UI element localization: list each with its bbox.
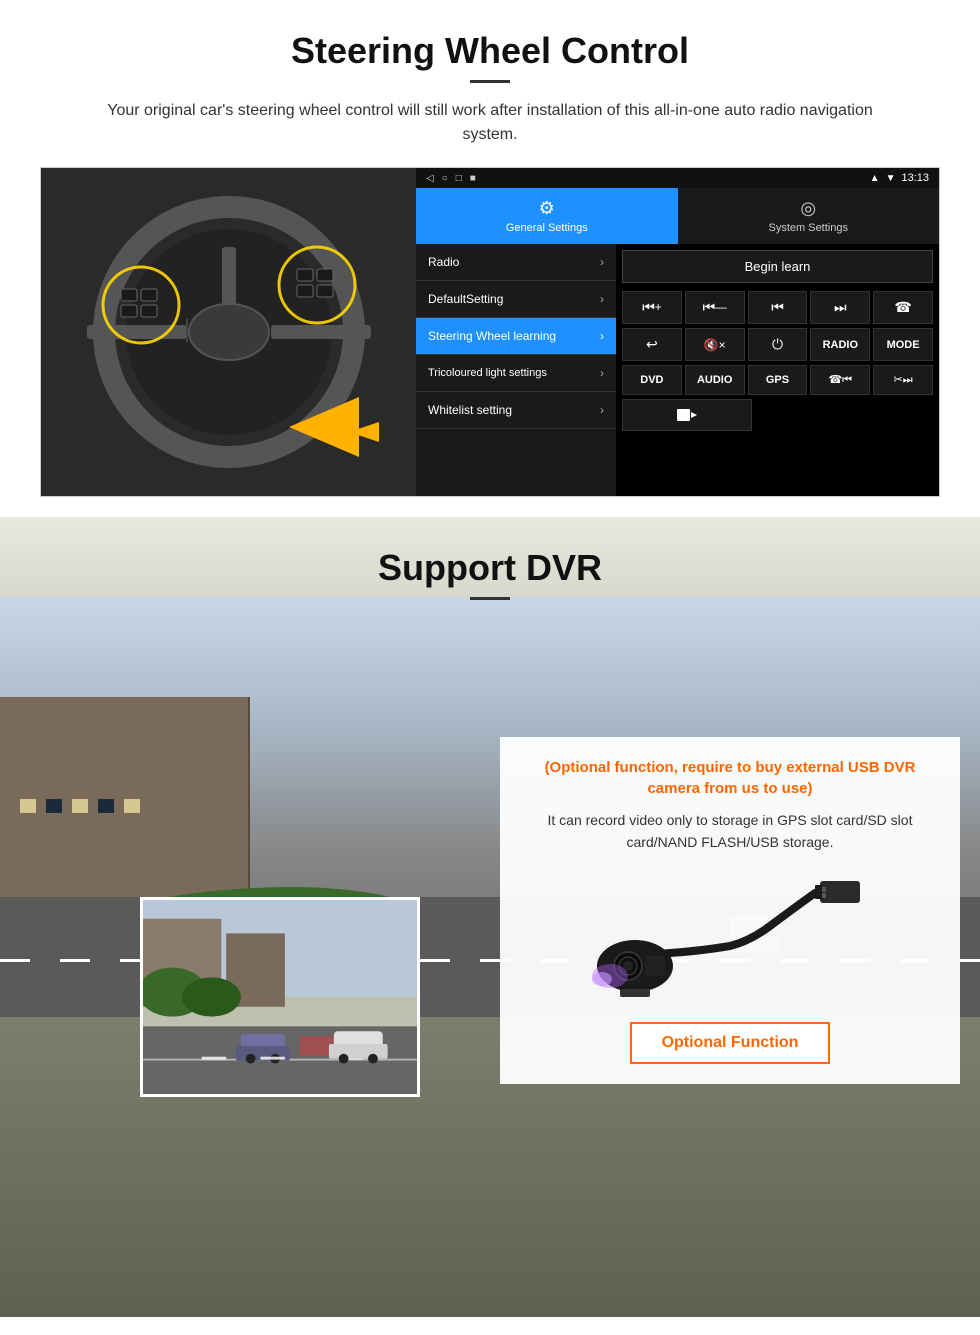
arrow-icon: › bbox=[600, 255, 604, 269]
home-icon[interactable]: ○ bbox=[442, 173, 448, 184]
title-divider bbox=[470, 80, 510, 83]
steering-section: Steering Wheel Control Your original car… bbox=[0, 0, 980, 517]
thumbnail-scene bbox=[143, 897, 417, 1097]
menu-icon[interactable]: ■ bbox=[470, 173, 476, 184]
tab-system[interactable]: ◎ System Settings bbox=[678, 188, 940, 244]
dvr-info-card: (Optional function, require to buy exter… bbox=[500, 737, 960, 1084]
dvr-description: It can record video only to storage in G… bbox=[524, 809, 936, 854]
optional-function-button[interactable]: Optional Function bbox=[630, 1022, 831, 1064]
system-icon: ◎ bbox=[800, 198, 816, 219]
ctrl-row-4 bbox=[622, 399, 933, 431]
control-panel: Begin learn ⏮+ ⏮— ⏮ ⏭ ☎ ↩ 🔇× ⏻ bbox=[616, 244, 939, 496]
menu-radio-label: Radio bbox=[428, 255, 459, 269]
statusbar-nav-icons: ◁ ○ □ ■ bbox=[426, 173, 476, 184]
menu-steering-label: Steering Wheel learning bbox=[428, 329, 556, 343]
gear-icon: ⚙ bbox=[539, 198, 555, 219]
mode-btn[interactable]: MODE bbox=[873, 328, 933, 361]
dvr-header: Support DVR bbox=[0, 517, 980, 612]
dvr-thumbnail bbox=[140, 897, 420, 1097]
steering-title: Steering Wheel Control bbox=[40, 30, 940, 72]
steering-subtitle: Your original car's steering wheel contr… bbox=[80, 99, 900, 147]
android-content: Radio › DefaultSetting › Steering Wheel … bbox=[416, 244, 939, 496]
steering-wheel-svg bbox=[79, 187, 379, 477]
audio-btn[interactable]: AUDIO bbox=[685, 365, 745, 395]
hangup-btn[interactable]: ↩ bbox=[622, 328, 682, 361]
menu-item-steering[interactable]: Steering Wheel learning › bbox=[416, 318, 616, 355]
menu-item-whitelist[interactable]: Whitelist setting › bbox=[416, 392, 616, 429]
arrow-icon: › bbox=[600, 366, 604, 380]
camera-svg bbox=[590, 871, 870, 1001]
menu-list: Radio › DefaultSetting › Steering Wheel … bbox=[416, 244, 616, 496]
cut-next-btn[interactable]: ✂⏭ bbox=[873, 365, 933, 395]
dvr-title: Support DVR bbox=[0, 547, 980, 589]
mute-btn[interactable]: 🔇× bbox=[685, 328, 745, 361]
gps-btn[interactable]: GPS bbox=[748, 365, 808, 395]
menu-whitelist-label: Whitelist setting bbox=[428, 403, 512, 417]
menu-default-label: DefaultSetting bbox=[428, 292, 503, 306]
ctrl-row-2: ↩ 🔇× ⏻ RADIO MODE bbox=[622, 328, 933, 361]
signal-icon: ▲ bbox=[870, 173, 880, 184]
menu-item-defaultsetting[interactable]: DefaultSetting › bbox=[416, 281, 616, 318]
menu-tricoloured-label: Tricoloured light settings bbox=[428, 367, 547, 379]
arrow-icon: › bbox=[600, 329, 604, 343]
wifi-icon: ▼ bbox=[886, 173, 896, 184]
power-btn[interactable]: ⏻ bbox=[748, 328, 808, 361]
call-prev-btn[interactable]: ☎⏮ bbox=[810, 365, 870, 395]
steering-photo bbox=[41, 168, 416, 496]
dvd-btn[interactable]: DVD bbox=[622, 365, 682, 395]
call-btn[interactable]: ☎ bbox=[873, 291, 933, 324]
tab-general-label: General Settings bbox=[506, 222, 588, 234]
clock: 13:13 bbox=[901, 172, 929, 184]
radio-btn[interactable]: RADIO bbox=[810, 328, 870, 361]
recents-icon[interactable]: □ bbox=[456, 173, 462, 184]
next-btn[interactable]: ⏭ bbox=[810, 291, 870, 324]
statusbar-right: ▲ ▼ 13:13 bbox=[870, 172, 929, 184]
dvr-divider bbox=[470, 597, 510, 600]
menu-item-radio[interactable]: Radio › bbox=[416, 244, 616, 281]
dvr-optional-text: (Optional function, require to buy exter… bbox=[524, 757, 936, 799]
android-tabs: ⚙ General Settings ◎ System Settings bbox=[416, 188, 939, 244]
steering-composite: ◁ ○ □ ■ ▲ ▼ 13:13 ⚙ General Settings bbox=[40, 167, 940, 497]
tab-system-label: System Settings bbox=[769, 222, 848, 234]
android-panel: ◁ ○ □ ■ ▲ ▼ 13:13 ⚙ General Settings bbox=[416, 168, 939, 496]
ctrl-row-1: ⏮+ ⏮— ⏮ ⏭ ☎ bbox=[622, 291, 933, 324]
arrow-icon: › bbox=[600, 403, 604, 417]
begin-learn-row: Begin learn bbox=[622, 250, 933, 283]
optional-function-container: Optional Function bbox=[524, 1022, 936, 1064]
dvr-section: Support DVR (Optional function, require … bbox=[0, 517, 980, 1317]
thumbnail-image bbox=[143, 900, 417, 1094]
vol-up-btn[interactable]: ⏮+ bbox=[622, 291, 682, 324]
dvr-camera-image bbox=[524, 866, 936, 1006]
arrow-icon: › bbox=[600, 292, 604, 306]
back-icon[interactable]: ◁ bbox=[426, 173, 434, 184]
menu-item-tricoloured[interactable]: Tricoloured light settings › bbox=[416, 355, 616, 392]
prev-btn[interactable]: ⏮ bbox=[748, 291, 808, 324]
tab-general[interactable]: ⚙ General Settings bbox=[416, 188, 678, 244]
video-btn[interactable] bbox=[622, 399, 752, 431]
begin-learn-button[interactable]: Begin learn bbox=[622, 250, 933, 283]
statusbar: ◁ ○ □ ■ ▲ ▼ 13:13 bbox=[416, 168, 939, 188]
ctrl-row-3: DVD AUDIO GPS ☎⏮ ✂⏭ bbox=[622, 365, 933, 395]
vol-down-btn[interactable]: ⏮— bbox=[685, 291, 745, 324]
